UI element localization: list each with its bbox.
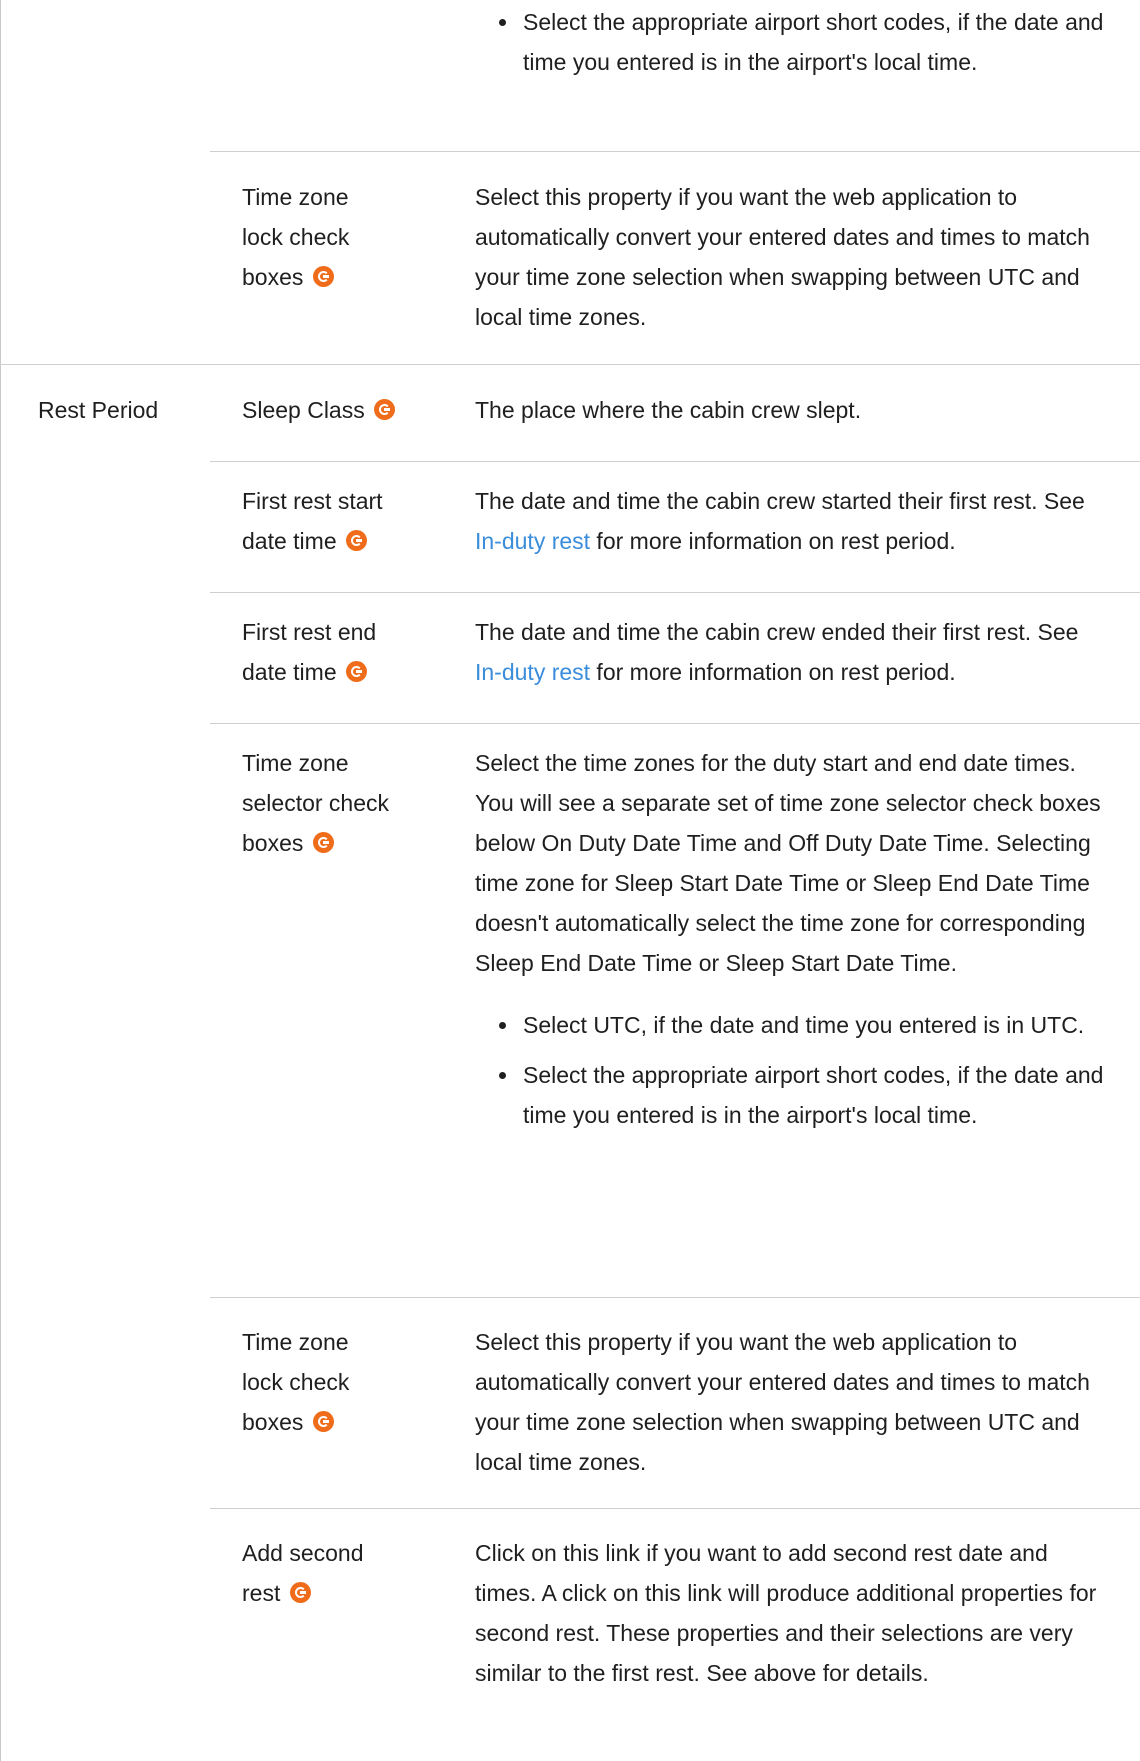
in-duty-rest-link[interactable]: In-duty rest (475, 659, 590, 685)
time-zone-options-list: Select UTC, if the date and time you ent… (475, 1005, 1105, 1135)
table-left-border (0, 0, 1, 1761)
list-item: Select the appropriate airport short cod… (499, 2, 1105, 82)
in-duty-rest-link[interactable]: In-duty rest (475, 528, 590, 554)
cabin-crew-icon (312, 266, 334, 287)
description-first-rest-end: The date and time the cabin crew ended t… (475, 619, 1079, 685)
description-add-second-rest: Click on this link if you want to add se… (475, 1540, 1097, 1686)
list-item: Select the appropriate airport short cod… (499, 1055, 1105, 1135)
cabin-crew-icon (346, 530, 367, 551)
cabin-crew-icon (374, 399, 396, 420)
group-label-rest-period: Rest Period (38, 397, 159, 423)
cabin-crew-icon (289, 1582, 311, 1603)
cabin-crew-icon (312, 832, 334, 853)
document-table: Select the appropriate airport short cod… (0, 0, 1140, 1761)
list-item: Select UTC, if the date and time you ent… (499, 1005, 1105, 1045)
row-divider (210, 723, 1140, 724)
property-time-zone-selector: Time zone selector check boxes (242, 750, 390, 856)
row-divider (210, 461, 1140, 462)
description-time-zone-selector: Select the time zones for the duty start… (475, 743, 1105, 1145)
row-divider (210, 151, 1140, 152)
property-time-zone-lock-rest: Time zone lock check boxes (242, 1329, 350, 1435)
section-divider (0, 364, 1140, 365)
cabin-crew-icon (312, 1411, 334, 1432)
cabin-crew-icon (346, 661, 367, 682)
description-first-rest-start: The date and time the cabin crew started… (475, 488, 1085, 554)
description-time-zone-lock-rest: Select this property if you want the web… (475, 1329, 1090, 1475)
property-first-rest-start: First rest start date time (242, 488, 383, 554)
row-divider (210, 1508, 1140, 1509)
property-first-rest-end: First rest end date time (242, 619, 377, 685)
property-time-zone-lock: Time zone lock check boxes (242, 184, 350, 290)
top-fragment-description: Select the appropriate airport short cod… (475, 0, 1105, 92)
property-sleep-class: Sleep Class (242, 390, 442, 430)
row-divider (210, 1297, 1140, 1298)
property-add-second-rest: Add second rest (242, 1540, 364, 1606)
description-time-zone-lock: Select this property if you want the web… (475, 184, 1090, 330)
row-divider (210, 592, 1140, 593)
description-sleep-class: The place where the cabin crew slept. (475, 397, 862, 423)
